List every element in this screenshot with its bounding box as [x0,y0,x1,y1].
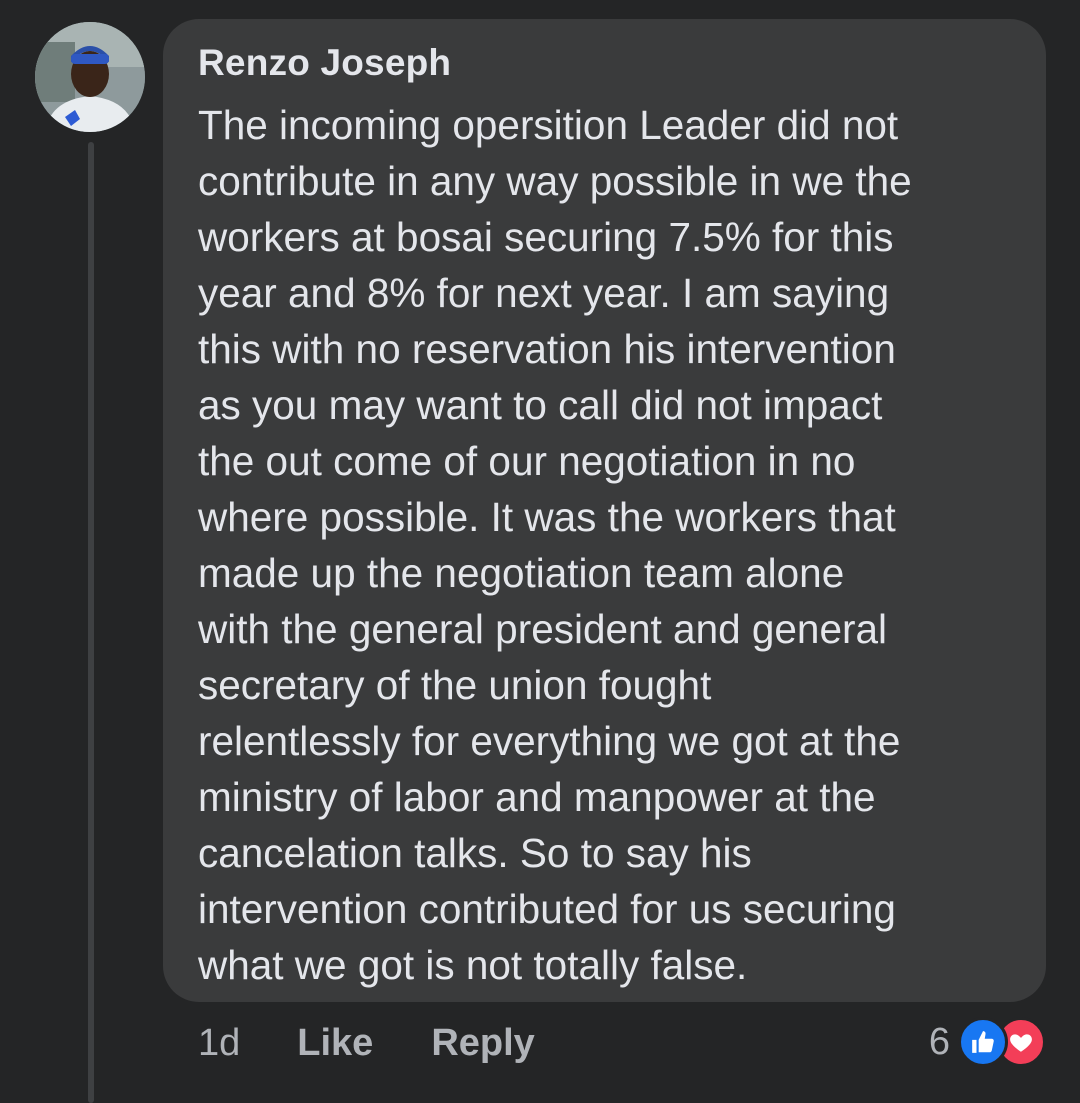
comment-line: workers at bosai securing 7.5% for this [198,214,894,260]
thumbs-up-icon [958,1017,1008,1067]
comment-line: contribute in any way possible in we the [198,158,912,204]
comment-author[interactable]: Renzo Joseph [198,41,1016,85]
comment-line: with the general president and general [198,606,887,652]
comment-line: The incoming opersition Leader did not [198,102,899,148]
reply-button[interactable]: Reply [431,1022,534,1065]
comment-line: ministry of labor and manpower at the [198,774,876,820]
reaction-count: 6 [928,1020,950,1063]
avatar-image [35,22,145,132]
comment-line: relentlessly for everything we got at th… [198,718,901,764]
comment-timestamp[interactable]: 1d [198,1022,240,1065]
thread-connector-line [88,142,94,1103]
comment-line: cancelation talks. So to say his [198,830,752,876]
comment-line: the out come of our negotiation in no [198,438,856,484]
comment-line: where possible. It was the workers that [198,494,896,540]
comment-line: intervention contributed for us securing [198,886,896,932]
comment-line: year and 8% for next year. I am saying [198,270,890,316]
avatar[interactable] [35,22,145,132]
comment-text: The incoming opersition Leader did not c… [198,97,998,993]
comment-line: this with no reservation his interventio… [198,326,896,372]
comment-line: as you may want to call did not impact [198,382,883,428]
reactions-summary[interactable]: 6 [929,1016,1046,1068]
comment-actions: 1d Like Reply [198,1018,535,1068]
like-button[interactable]: Like [297,1022,373,1065]
comment-line: what we got is not totally false. [198,942,748,988]
comment-bubble: Renzo Joseph The incoming opersition Lea… [163,19,1046,1002]
comment-line: secretary of the union fought [198,662,712,708]
comment-line: made up the negotiation team alone [198,550,845,596]
